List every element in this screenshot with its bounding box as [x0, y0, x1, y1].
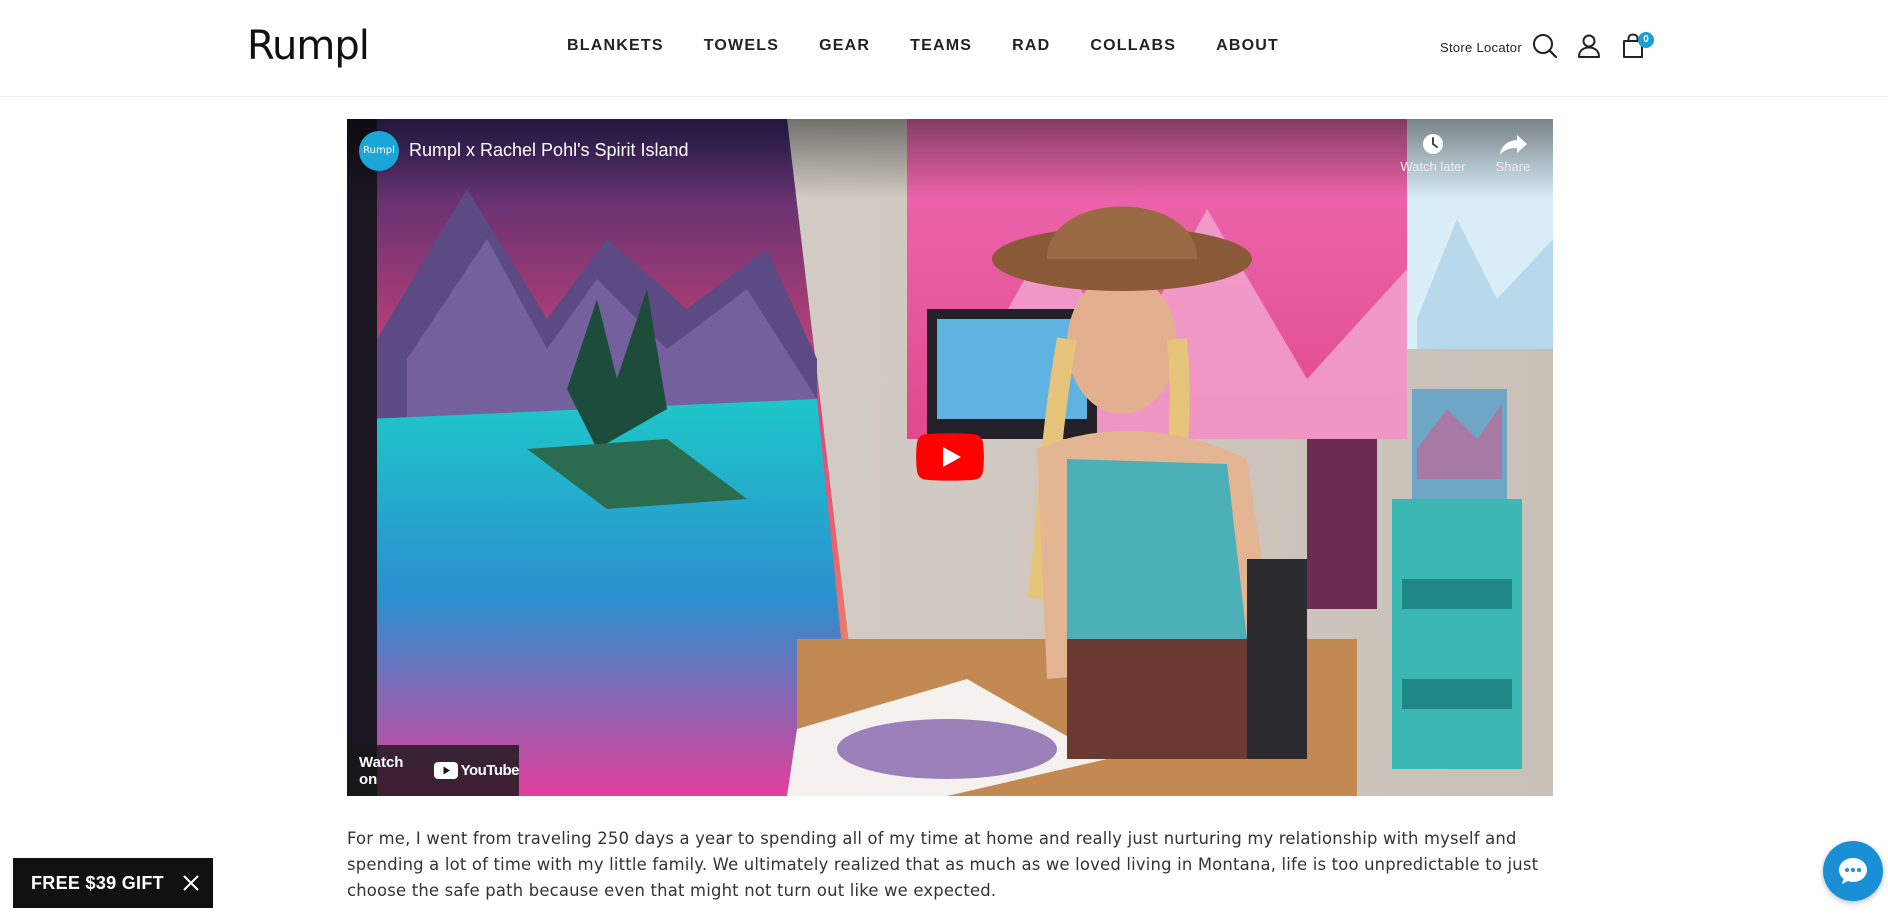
- account-icon[interactable]: [1575, 32, 1603, 60]
- store-locator-link[interactable]: Store Locator: [1440, 40, 1522, 55]
- free-gift-label: FREE $39 GIFT: [31, 872, 164, 893]
- free-gift-button[interactable]: FREE $39 GIFT: [13, 858, 213, 908]
- video-title[interactable]: Rumpl x Rachel Pohl's Spirit Island: [409, 140, 689, 161]
- share-icon: [1500, 135, 1527, 155]
- nav-rad[interactable]: RAD: [1012, 36, 1050, 56]
- nav-blankets[interactable]: BLANKETS: [567, 36, 664, 56]
- youtube-wordmark: YouTube: [460, 762, 520, 779]
- chat-widget-button[interactable]: [1823, 841, 1883, 901]
- rumpl-logo[interactable]: Rumpl: [247, 24, 370, 68]
- search-icon[interactable]: [1531, 32, 1559, 60]
- nav-teams[interactable]: TEAMS: [910, 36, 972, 56]
- share-button[interactable]: Share: [1473, 131, 1553, 174]
- share-label: Share: [1495, 159, 1531, 174]
- nav-collabs[interactable]: COLLABS: [1090, 36, 1176, 56]
- watch-later-label: Watch later: [1400, 159, 1466, 174]
- channel-avatar[interactable]: Rumpl: [359, 131, 399, 171]
- youtube-play-icon: [433, 762, 458, 779]
- chat-icon: [1839, 858, 1867, 884]
- site-header: Rumpl BLANKETS TOWELS GEAR TEAMS RAD COL…: [0, 0, 1888, 97]
- main-nav: BLANKETS TOWELS GEAR TEAMS RAD COLLABS A…: [567, 36, 1319, 56]
- close-icon[interactable]: [181, 873, 201, 893]
- play-icon[interactable]: [916, 433, 984, 481]
- nav-towels[interactable]: TOWELS: [704, 36, 779, 56]
- youtube-video-embed[interactable]: Rumpl Rumpl x Rachel Pohl's Spirit Islan…: [347, 119, 1553, 796]
- clock-icon: [1423, 134, 1443, 154]
- cart-count-badge: 0: [1638, 32, 1654, 48]
- watch-on-label: Watch on: [359, 753, 404, 788]
- article-paragraph: For me, I went from traveling 250 days a…: [347, 829, 1539, 900]
- nav-about[interactable]: ABOUT: [1216, 36, 1279, 56]
- nav-gear[interactable]: GEAR: [819, 36, 870, 56]
- watch-later-button[interactable]: Watch later: [1393, 131, 1473, 174]
- youtube-logo: YouTube: [433, 762, 520, 779]
- watch-on-youtube-button[interactable]: Watch on YouTube: [347, 745, 520, 796]
